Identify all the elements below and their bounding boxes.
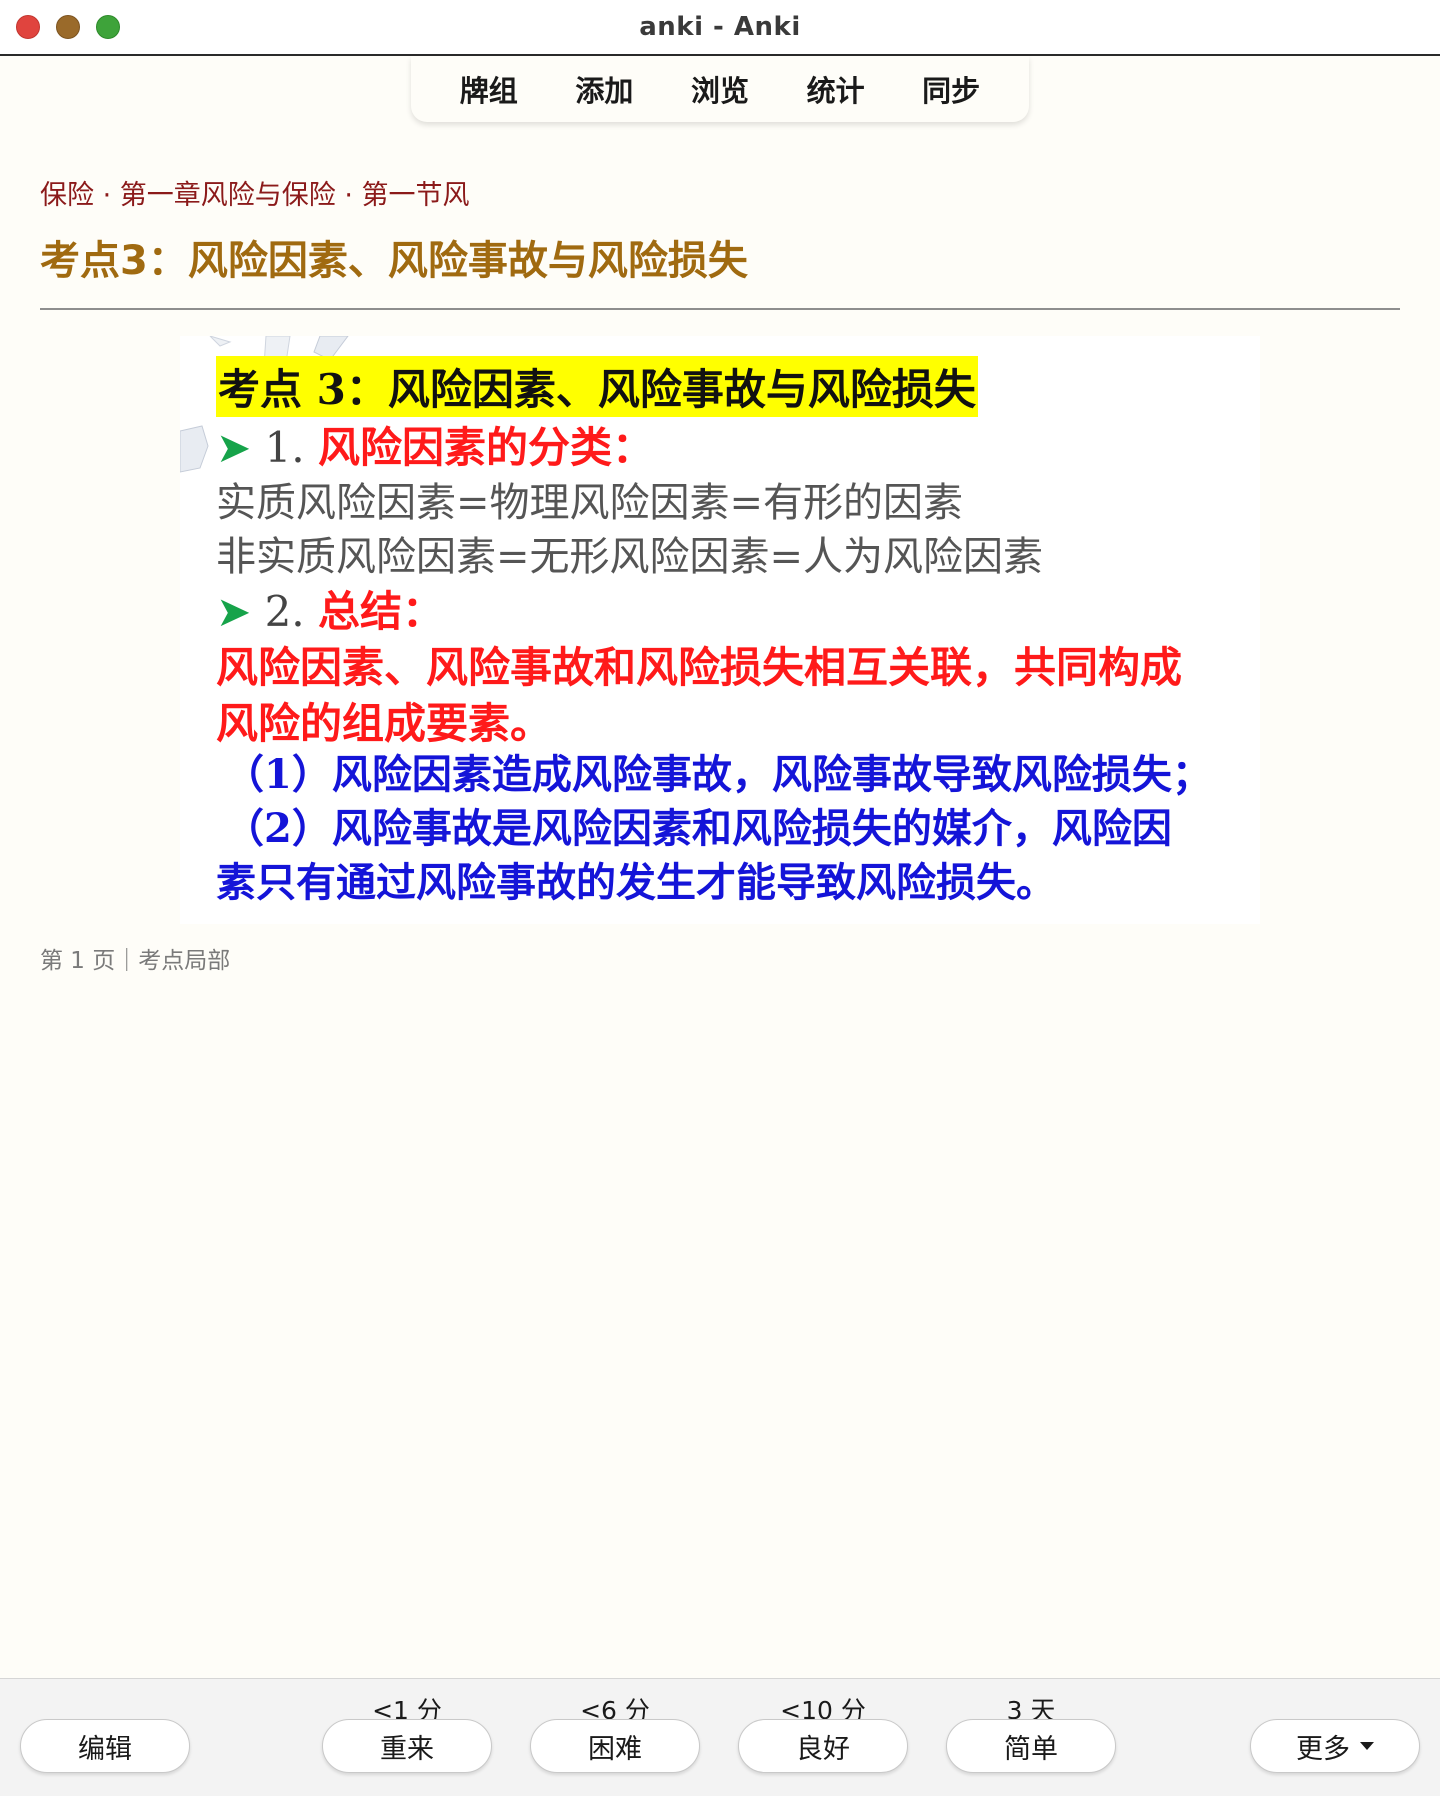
easy-button[interactable]: 简单 (946, 1719, 1116, 1773)
edit-button[interactable]: 编辑 (20, 1719, 190, 1773)
nav-browse[interactable]: 浏览 (681, 64, 759, 114)
green-arrow-icon: ➤ (216, 587, 252, 636)
slide-item-number: 2. (264, 587, 305, 636)
slide-item-label: 风险因素的分类： (318, 423, 655, 472)
more-button[interactable]: 更多 (1250, 1719, 1420, 1773)
card-footer-note: 第 1 页｜考点局部 (40, 948, 231, 974)
window-controls (16, 15, 120, 39)
card-slide-image: 考点 3：风险因素、风险事故与风险损失 ➤ 1. 风险因素的分类： 实质风险因素… (180, 336, 1260, 924)
hard-button[interactable]: 困难 (530, 1719, 700, 1773)
window-title: anki - Anki (639, 12, 801, 42)
slide-item-summary: ➤ 2. 总结： (216, 578, 444, 639)
slide-point-2-cont: 素只有通过风险事故的发生才能导致风险损失。 (216, 859, 1056, 906)
main-toolbar: 牌组 添加 浏览 统计 同步 (411, 56, 1029, 122)
nav-stats[interactable]: 统计 (797, 64, 875, 114)
slide-line-tangible: 实质风险因素=物理风险因素=有形的因素 (216, 480, 964, 526)
slide-item-label: 总结： (318, 587, 445, 636)
maximize-window-button[interactable] (96, 15, 120, 39)
more-button-label: 更多 (1296, 1733, 1350, 1765)
nav-decks[interactable]: 牌组 (450, 64, 528, 114)
slide-summary-line: 风险因素、风险事故和风险损失相互关联，共同构成 (216, 643, 1183, 692)
nav-add[interactable]: 添加 (565, 64, 643, 114)
nav-sync[interactable]: 同步 (912, 64, 990, 114)
slide-heading: 考点 3：风险因素、风险事故与风险损失 (216, 356, 978, 417)
slide-point-2: （2）风险事故是风险因素和风险损失的媒介，风险因 (224, 805, 1172, 852)
answer-bar: 编辑 <1 分 重来 <6 分 困难 <10 分 良好 3 天 简单 更多 (0, 1678, 1440, 1796)
title-bar: anki - Anki (0, 0, 1440, 56)
caret-down-icon (1360, 1742, 1374, 1750)
minimize-window-button[interactable] (56, 15, 80, 39)
card-breadcrumb: 保险 · 第一章风险与保险 · 第一节风 (40, 180, 470, 211)
slide-line-intangible: 非实质风险因素=无形风险因素=人为风险因素 (216, 534, 1044, 580)
good-button[interactable]: 良好 (738, 1719, 908, 1773)
close-window-button[interactable] (16, 15, 40, 39)
again-button[interactable]: 重来 (322, 1719, 492, 1773)
card-title: 考点3：风险因素、风险事故与风险损失 (40, 238, 748, 284)
green-arrow-icon: ➤ (216, 423, 252, 472)
slide-item-classification: ➤ 1. 风险因素的分类： (216, 414, 654, 475)
slide-item-number: 1. (264, 423, 305, 472)
slide-point-1: （1）风险因素造成风险事故，风险事故导致风险损失； (224, 751, 1212, 798)
card-divider (40, 308, 1400, 310)
